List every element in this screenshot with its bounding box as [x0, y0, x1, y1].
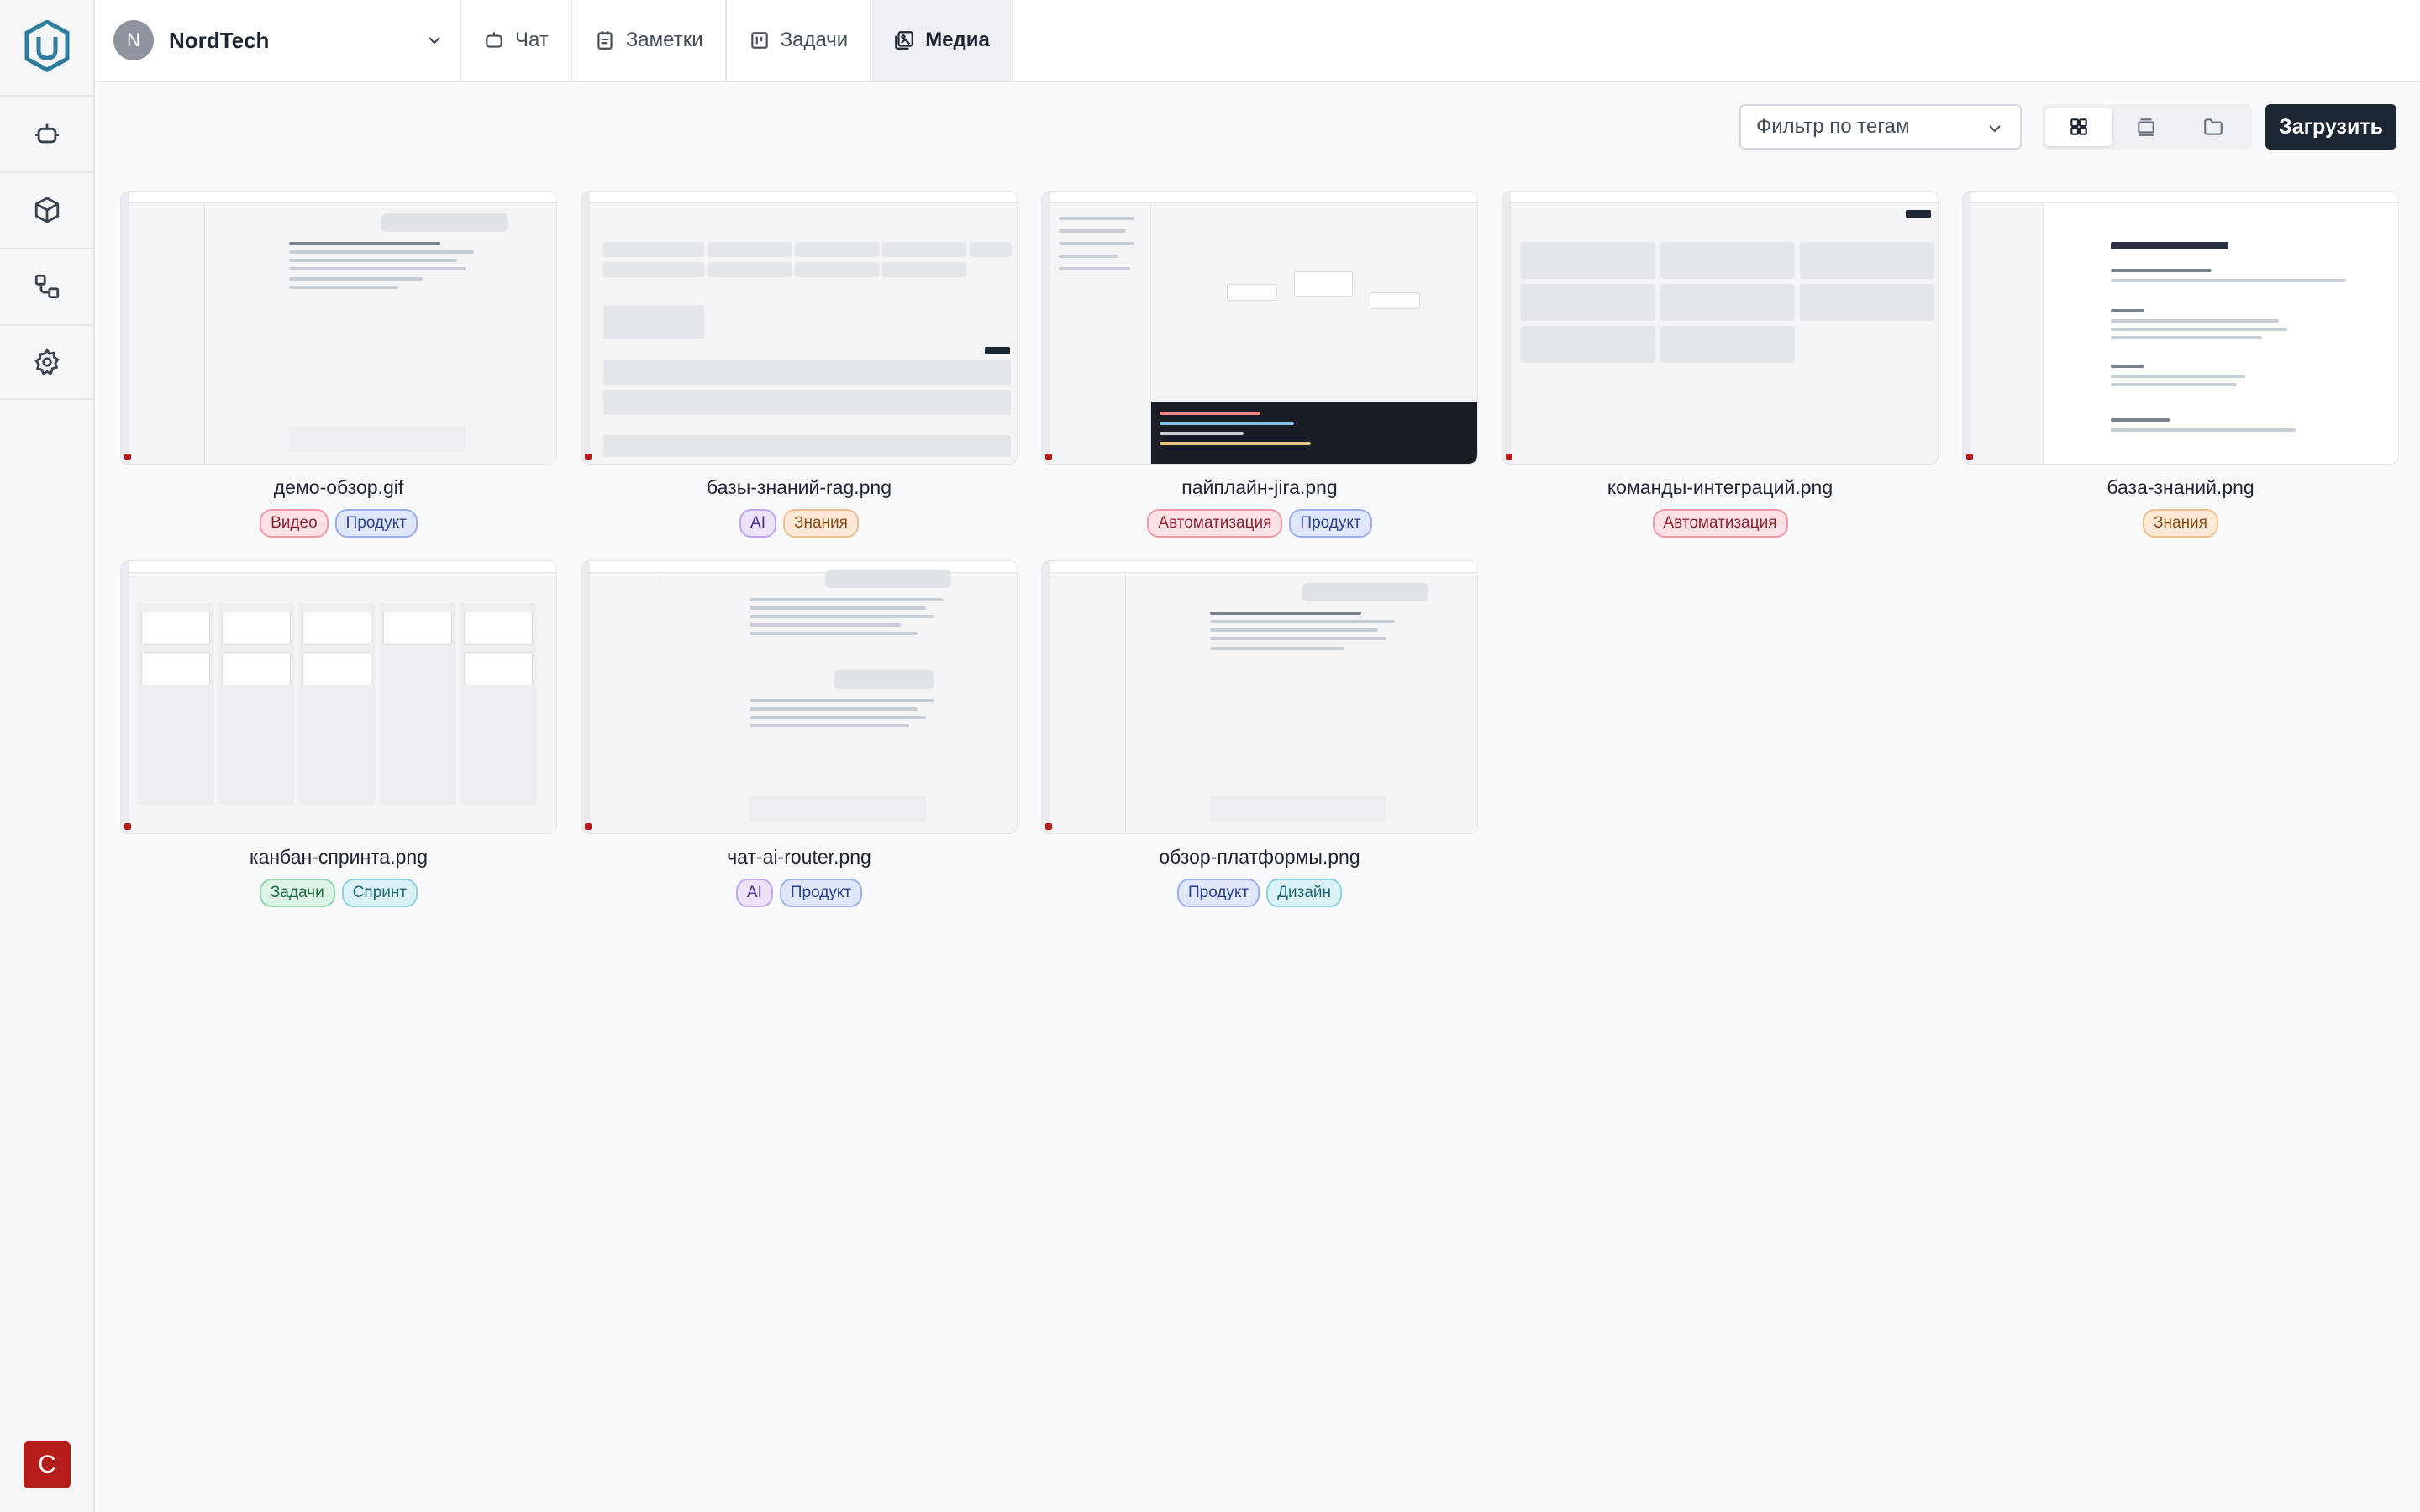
media-filename: чат-ai-router.png [727, 846, 871, 868]
tag-badge[interactable]: Знания [2143, 509, 2218, 538]
tag-badge[interactable]: Продукт [334, 509, 418, 538]
media-tags: AI Продукт [581, 879, 1018, 907]
tag-filter-label: Фильтр по тегам [1756, 115, 1910, 138]
media-filename: канбан-спринта.png [250, 846, 428, 868]
media-tags: Автоматизация Продукт [1041, 509, 1478, 538]
media-card[interactable]: базы-знаний-rag.png AI Знания [581, 191, 1018, 538]
main-tabs: Чат Заметки Задачи Медиа [461, 0, 1013, 81]
left-rail: C [0, 0, 95, 1512]
tag-badge[interactable]: Видео [260, 509, 329, 538]
tasks-icon [750, 32, 768, 49]
media-icon [895, 31, 914, 50]
rail-item-bots[interactable] [0, 95, 93, 171]
chat-icon [486, 32, 502, 48]
gallery-view-icon [2138, 118, 2154, 136]
folder-view-icon [2204, 118, 2223, 135]
tab-label: Чат [515, 29, 549, 51]
folder-view-button[interactable] [2180, 108, 2247, 146]
tab-label: Медиа [925, 29, 990, 51]
cube-icon [34, 197, 59, 223]
rail-item-workflows[interactable] [0, 248, 93, 323]
gallery-view-button[interactable] [2112, 108, 2180, 146]
media-tags: Видео Продукт [120, 509, 557, 538]
tab-tasks[interactable]: Задачи [727, 0, 872, 81]
media-thumbnail[interactable] [1962, 191, 2399, 465]
tag-badge[interactable]: Задачи [259, 879, 335, 907]
tab-label: Задачи [780, 29, 849, 51]
tag-filter-select[interactable]: Фильтр по тегам [1739, 104, 2022, 150]
media-card[interactable]: команды-интеграций.png Автоматизация [1502, 191, 1939, 538]
bot-icon [34, 123, 59, 144]
tag-badge[interactable]: AI [735, 879, 773, 907]
upload-button[interactable]: Загрузить [2265, 104, 2396, 150]
grid-view-button[interactable] [2045, 108, 2112, 146]
media-filename: база-знаний.png [2107, 476, 2254, 498]
media-filename: команды-интеграций.png [1607, 476, 1833, 498]
tab-notes[interactable]: Заметки [572, 0, 727, 81]
workspace-switcher[interactable]: N NordTech [95, 0, 461, 81]
tag-badge[interactable]: Знания [783, 509, 859, 538]
rail-item-settings[interactable] [0, 324, 93, 400]
gear-icon [34, 348, 60, 376]
media-tags: AI Знания [581, 509, 1018, 538]
tag-badge[interactable]: Автоматизация [1652, 509, 1788, 538]
media-filename: демо-обзор.gif [273, 476, 404, 498]
media-tags: Знания [1962, 509, 2399, 538]
chevron-down-icon [429, 37, 440, 45]
view-mode-toggle [2042, 104, 2252, 150]
user-avatar[interactable]: C [24, 1441, 71, 1488]
media-filename: базы-знаний-rag.png [706, 476, 892, 498]
chevron-down-icon [1989, 125, 2001, 133]
tag-badge[interactable]: Дизайн [1266, 879, 1343, 907]
tag-badge[interactable]: Продукт [1289, 509, 1372, 538]
media-tags: Автоматизация [1502, 509, 1939, 538]
top-bar: N NordTech Чат Заметки Задачи Медиа [95, 0, 2420, 82]
workspace-name: NordTech [169, 27, 270, 53]
media-thumbnail[interactable] [1041, 191, 1478, 465]
media-thumbnail[interactable] [581, 191, 1018, 465]
grid-view-icon [2070, 118, 2087, 135]
workspace-avatar: N [113, 20, 154, 60]
media-card[interactable]: обзор-платформы.png Продукт Дизайн [1041, 560, 1478, 907]
rail-item-modules[interactable] [0, 171, 93, 247]
tab-media[interactable]: Медиа [871, 0, 1013, 81]
media-filename: пайплайн-jira.png [1181, 476, 1338, 498]
tab-chat[interactable]: Чат [461, 0, 572, 81]
app-logo-icon[interactable] [24, 19, 70, 72]
tag-badge[interactable]: Продукт [1176, 879, 1260, 907]
notes-icon [597, 31, 613, 50]
tab-label: Заметки [625, 29, 703, 51]
tag-badge[interactable]: Автоматизация [1147, 509, 1283, 538]
media-card[interactable]: база-знаний.png Знания [1962, 191, 2399, 538]
media-thumbnail[interactable] [581, 560, 1018, 834]
tag-badge[interactable]: Спринт [341, 879, 418, 907]
tag-badge[interactable]: AI [739, 509, 776, 538]
media-thumbnail[interactable] [1041, 560, 1478, 834]
workflow-icon [34, 274, 59, 299]
tag-badge[interactable]: Продукт [779, 879, 863, 907]
media-card[interactable]: демо-обзор.gif Видео Продукт [120, 191, 557, 538]
media-tags: Продукт Дизайн [1041, 879, 1478, 907]
media-card[interactable]: чат-ai-router.png AI Продукт [581, 560, 1018, 907]
media-tags: Задачи Спринт [120, 879, 557, 907]
media-card[interactable]: пайплайн-jira.png Автоматизация Продукт [1041, 191, 1478, 538]
media-thumbnail[interactable] [1502, 191, 1939, 465]
media-thumbnail[interactable] [120, 560, 557, 834]
media-filename: обзор-платформы.png [1159, 846, 1360, 868]
media-thumbnail[interactable] [120, 191, 557, 465]
media-card[interactable]: канбан-спринта.png Задачи Спринт [120, 560, 557, 907]
